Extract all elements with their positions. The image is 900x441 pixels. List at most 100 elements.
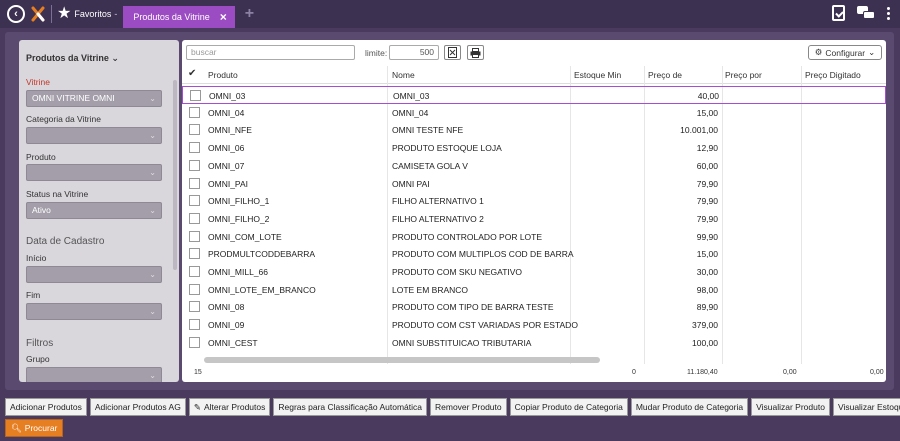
action-button-label: Regras para Classificação Automática — [278, 402, 422, 412]
close-icon[interactable]: × — [220, 10, 227, 24]
table-row[interactable]: OMNI_06 PRODUTO ESTOQUE LOJA 12,90 — [182, 139, 886, 157]
row-checkbox[interactable] — [189, 124, 200, 136]
cell-preco-de: 100,00 — [692, 337, 718, 348]
top-bar: ‹ ★ Favoritos - Produtos da Vitrine × + — [0, 0, 900, 28]
cell-nome: PRODUTO COM MULTIPLOS COD DE BARRA — [392, 249, 574, 260]
favoritos-chevron-icon[interactable]: - — [114, 9, 117, 19]
add-tab-icon[interactable]: + — [245, 5, 254, 23]
col-preco-de[interactable]: Preço de — [648, 70, 682, 80]
cell-preco-de: 379,00 — [692, 320, 718, 331]
row-checkbox[interactable] — [189, 106, 200, 118]
export-excel-button[interactable] — [444, 45, 461, 60]
search-input[interactable]: buscar — [186, 45, 355, 60]
action-button[interactable]: Regras para Classificação Automática — [273, 398, 427, 416]
action-button[interactable]: Adicionar Produtos — [5, 398, 87, 416]
data-cadastro-section: Data de Cadastro — [26, 236, 105, 247]
table-row[interactable]: OMNI_PAI OMNI PAI 79,90 — [182, 175, 886, 193]
row-checkbox[interactable] — [190, 90, 201, 101]
limit-input[interactable]: 500 — [389, 45, 439, 60]
vitrine-select[interactable]: OMNI VITRINE OMNI ⌄ — [26, 90, 162, 107]
fim-label: Fim — [26, 290, 41, 300]
table-row[interactable]: OMNI_08 PRODUTO COM TIPO DE BARRA TESTE 89… — [182, 298, 886, 316]
filter-panel-title[interactable]: Produtos da Vitrine ⌄ — [26, 53, 119, 64]
row-checkbox[interactable] — [189, 319, 200, 331]
table-row[interactable]: OMNI_FILHO_2 FILHO ALTERNATIVO 2 79,90 — [182, 210, 886, 228]
select-all-check-icon[interactable]: ✔ — [188, 68, 196, 79]
cell-preco-de: 60,00 — [696, 160, 718, 171]
categoria-select[interactable]: ⌄ — [26, 127, 162, 144]
cell-produto: OMNI_08 — [208, 302, 245, 313]
kebab-menu-icon[interactable] — [887, 6, 890, 20]
fim-select[interactable]: ⌄ — [26, 303, 162, 320]
cell-produto: OMNI_COM_LOTE — [208, 231, 282, 242]
col-preco-digitado[interactable]: Preço Digitado — [805, 70, 861, 80]
grupo-select[interactable]: ⌄ — [26, 367, 162, 382]
favoritos-label[interactable]: Favoritos — [74, 9, 111, 19]
col-nome[interactable]: Nome — [392, 70, 415, 80]
table-row[interactable]: OMNI_CEST OMNI SUBSTITUICAO TRIBUTARIA 100… — [182, 334, 886, 352]
row-checkbox[interactable] — [189, 177, 200, 189]
table-row[interactable]: OMNI_COM_LOTE PRODUTO CONTROLADO POR LOTE… — [182, 228, 886, 246]
action-button-label: Remover Produto — [435, 402, 502, 412]
row-checkbox[interactable] — [189, 336, 200, 348]
inicio-select[interactable]: ⌄ — [26, 266, 162, 283]
tab-produtos-da-vitrine[interactable]: Produtos da Vitrine × — [123, 6, 235, 28]
action-button[interactable]: Copiar Produto de Categoria — [509, 398, 628, 416]
action-button[interactable]: Adicionar Produtos AG — [89, 398, 186, 416]
cell-nome: CAMISETA GOLA V — [392, 160, 468, 171]
status-select[interactable]: Ativo ⌄ — [26, 202, 162, 219]
cell-produto: PRODMULTCODDEBARRA — [208, 249, 316, 260]
cell-produto: OMNI_03 — [209, 91, 246, 101]
configurar-button[interactable]: ⚙ Configurar ⌄ — [808, 45, 882, 60]
row-checkbox[interactable] — [189, 212, 200, 224]
table-row[interactable]: OMNI_03 OMNI_03 40,00 — [182, 86, 886, 104]
table-row[interactable]: OMNI_NFE OMNI TESTE NFE 10.001,00 — [182, 121, 886, 139]
cell-preco-de: 79,90 — [696, 178, 718, 189]
row-checkbox[interactable] — [189, 159, 200, 171]
table-row[interactable]: OMNI_07 CAMISETA GOLA V 60,00 — [182, 157, 886, 175]
chat-icon[interactable] — [857, 6, 875, 20]
action-button[interactable]: Mudar Produto de Categoria — [630, 398, 749, 416]
row-checkbox[interactable] — [189, 142, 200, 154]
print-button[interactable] — [467, 45, 484, 60]
row-checkbox[interactable] — [189, 195, 200, 207]
row-checkbox[interactable] — [189, 283, 200, 295]
procurar-button[interactable]: 🔍︎ Procurar — [5, 419, 64, 437]
printer-icon — [470, 47, 481, 58]
filter-panel: Produtos da Vitrine ⌄ Vitrine OMNI VITRI… — [19, 40, 179, 382]
col-estoque-min[interactable]: Estoque Min — [574, 70, 621, 80]
col-produto[interactable]: Produto — [208, 70, 238, 80]
filter-scrollbar[interactable] — [173, 80, 177, 270]
action-button[interactable]: Visualizar Produto — [751, 398, 830, 416]
cell-nome: OMNI_04 — [392, 107, 429, 118]
grupo-label: Grupo — [26, 354, 50, 364]
cell-preco-de: 98,00 — [696, 284, 718, 295]
row-checkbox[interactable] — [189, 248, 200, 260]
table-row[interactable]: OMNI_04 OMNI_04 15,00 — [182, 104, 886, 122]
action-button[interactable]: ✎ Alterar Produtos — [188, 398, 271, 416]
produto-select[interactable]: ⌄ — [26, 164, 162, 181]
cell-nome: PRODUTO COM CST VARIADAS POR ESTADO — [392, 320, 578, 331]
table-row[interactable]: OMNI_MILL_66 PRODUTO COM SKU NEGATIVO 30,0… — [182, 263, 886, 281]
table-row[interactable]: OMNI_09 PRODUTO COM CST VARIADAS POR ESTA… — [182, 316, 886, 334]
star-icon[interactable]: ★ — [57, 6, 71, 22]
clipboard-check-icon[interactable] — [832, 5, 845, 21]
table-row[interactable]: PRODMULTCODDEBARRA PRODUTO COM MULTIPLOS … — [182, 245, 886, 263]
back-icon[interactable]: ‹ — [7, 5, 25, 23]
table-row[interactable]: OMNI_FILHO_1 FILHO ALTERNATIVO 1 79,90 — [182, 192, 886, 210]
row-checkbox[interactable] — [189, 230, 200, 242]
table-row[interactable]: OMNI_LOTE_EM_BRANCO LOTE EM BRANCO 98,00 — [182, 281, 886, 299]
row-checkbox[interactable] — [189, 301, 200, 313]
action-button[interactable]: Remover Produto — [430, 398, 507, 416]
separator — [51, 5, 52, 23]
cell-nome: PRODUTO CONTROLADO POR LOTE — [392, 231, 543, 242]
horizontal-scrollbar[interactable] — [204, 357, 600, 363]
action-button-label: Visualizar Produto — [756, 402, 825, 412]
action-button[interactable]: Visualizar Estoque — [832, 398, 900, 416]
cell-nome: OMNI PAI — [392, 178, 430, 189]
tab-label: Produtos da Vitrine — [133, 12, 210, 22]
row-checkbox[interactable] — [189, 266, 200, 277]
table-panel: buscar limite: 500 ⚙ Configurar ⌄ ✔ Prod… — [182, 40, 886, 382]
col-preco-por[interactable]: Preço por — [725, 70, 762, 80]
chevron-down-icon: ⌄ — [149, 168, 156, 177]
